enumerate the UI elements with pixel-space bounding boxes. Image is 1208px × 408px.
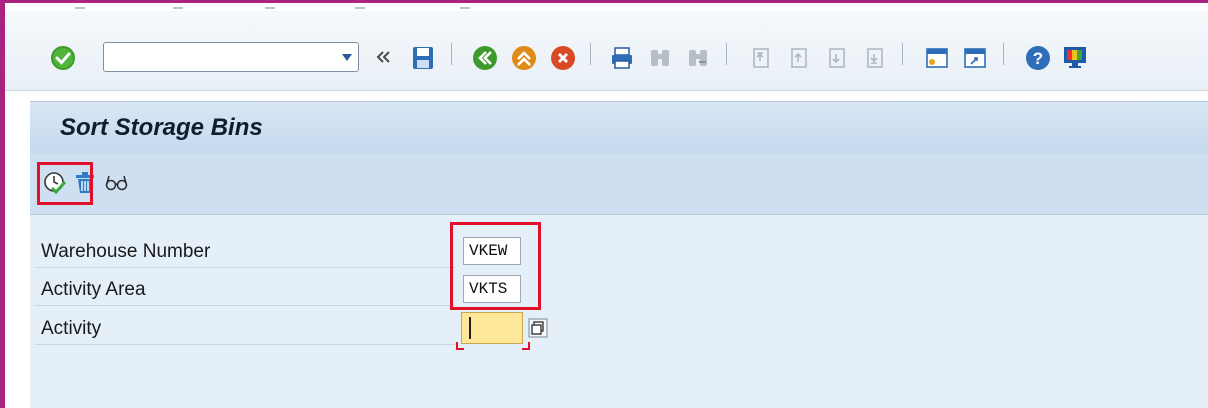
create-session-icon[interactable] bbox=[923, 44, 951, 72]
display-icon[interactable] bbox=[102, 170, 130, 196]
back-icon[interactable] bbox=[471, 44, 499, 72]
shortcut-icon[interactable] bbox=[961, 44, 989, 72]
activity-label: Activity bbox=[41, 318, 102, 339]
text-cursor bbox=[469, 317, 471, 339]
page-title: Sort Storage Bins bbox=[60, 114, 263, 141]
first-page-icon[interactable] bbox=[746, 44, 774, 72]
required-marker-left bbox=[456, 342, 464, 350]
command-field[interactable] bbox=[103, 42, 359, 72]
menu-bar-strip bbox=[5, 3, 1208, 11]
warehouse-number-label: Warehouse Number bbox=[41, 241, 211, 262]
activity-area-label: Activity Area bbox=[41, 279, 146, 300]
activity-input[interactable] bbox=[461, 312, 523, 344]
find-next-icon[interactable] bbox=[684, 44, 712, 72]
execute-highlight-box bbox=[37, 162, 93, 205]
next-page-icon[interactable] bbox=[822, 44, 850, 72]
field-row-warehouse-number: Warehouse Number bbox=[35, 230, 455, 268]
svg-text:?: ? bbox=[1033, 49, 1043, 68]
customize-layout-icon[interactable] bbox=[1060, 44, 1090, 72]
find-icon[interactable] bbox=[646, 44, 674, 72]
system-toolbar: ? bbox=[5, 11, 1208, 91]
cancel-icon[interactable] bbox=[549, 44, 577, 72]
check-icon[interactable] bbox=[49, 44, 77, 72]
last-page-icon[interactable] bbox=[860, 44, 888, 72]
required-marker-right bbox=[522, 342, 530, 350]
save-icon[interactable] bbox=[410, 44, 436, 72]
print-icon[interactable] bbox=[608, 44, 636, 72]
title-bar: Sort Storage Bins bbox=[30, 101, 1208, 154]
dropdown-icon[interactable] bbox=[342, 54, 352, 61]
previous-page-icon[interactable] bbox=[784, 44, 812, 72]
field-row-activity-area: Activity Area bbox=[35, 268, 455, 306]
value-help-icon[interactable] bbox=[526, 316, 550, 340]
field-row-activity: Activity bbox=[35, 307, 455, 345]
values-highlight-box bbox=[450, 222, 541, 310]
application-toolbar bbox=[30, 153, 1208, 215]
help-icon[interactable]: ? bbox=[1024, 44, 1052, 72]
back-double-chevron-icon[interactable] bbox=[373, 46, 393, 68]
exit-icon[interactable] bbox=[510, 44, 538, 72]
